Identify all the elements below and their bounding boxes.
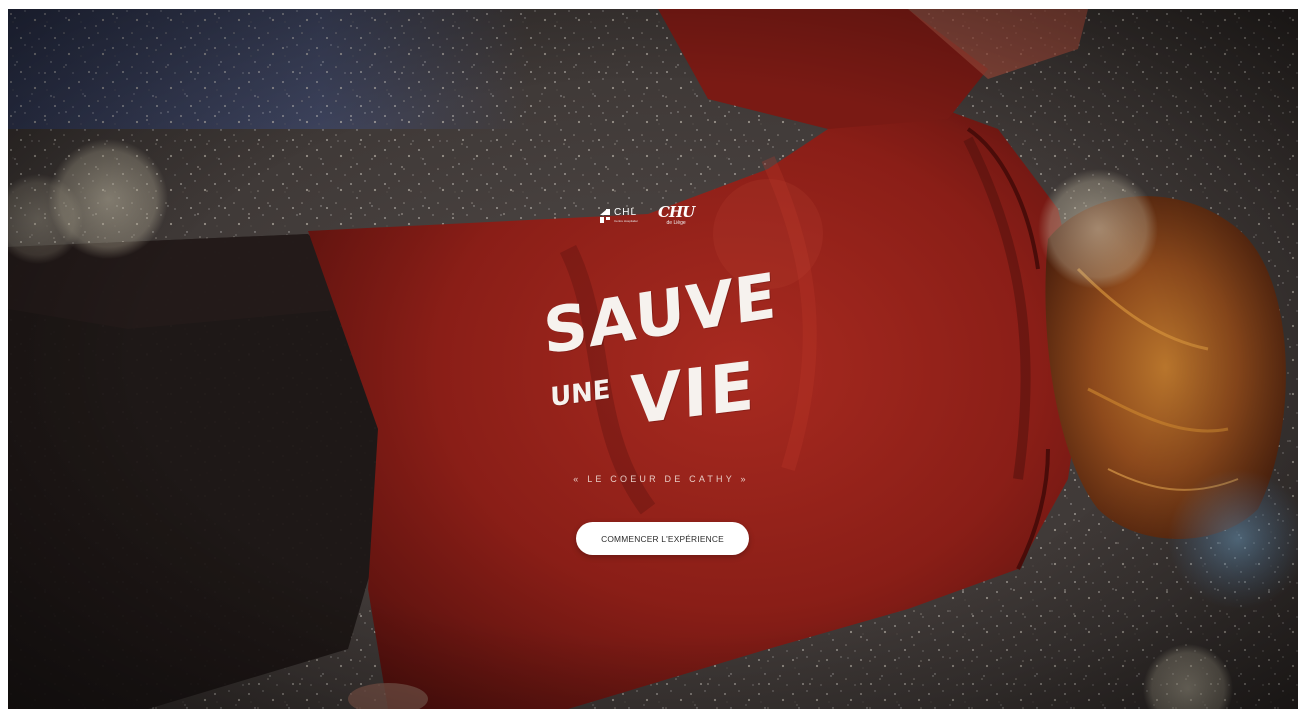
chl-logo-text: CHL [614, 207, 638, 218]
start-experience-button[interactable]: COMMENCER L'EXPÉRIENCE [576, 522, 749, 555]
hero-frame: CHL Centre Hospitalier de Luxembourg CHU… [8, 9, 1298, 709]
chl-logo: CHL Centre Hospitalier de Luxembourg [600, 208, 642, 223]
chl-logo-icon [600, 208, 610, 223]
title-line-vie: VIE [629, 347, 757, 440]
hero-subtitle: « LE COEUR DE CATHY » [573, 474, 749, 484]
chu-logo-icon: CHU [658, 203, 695, 221]
chu-logo: CHU de Liège [658, 203, 695, 226]
partner-logos: CHL Centre Hospitalier de Luxembourg CHU… [600, 203, 695, 226]
chl-logo-subtext: Centre Hospitalier de Luxembourg [614, 220, 639, 223]
hero-title: SAUVE UNE VIE [526, 258, 796, 451]
title-line-une: UNE [549, 374, 611, 414]
chu-logo-subtext: de Liège [666, 220, 686, 226]
